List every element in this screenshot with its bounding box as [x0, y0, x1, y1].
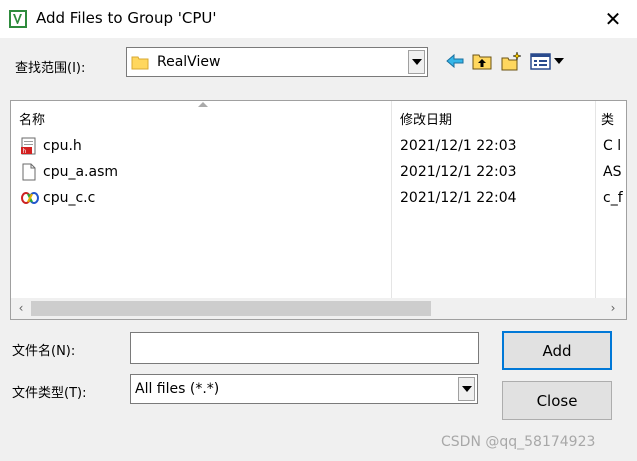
keil-app-icon	[9, 10, 27, 28]
window-title: Add Files to Group 'CPU'	[36, 9, 217, 27]
watermark: CSDN @qq_58174923	[441, 434, 596, 450]
look-in-value-wrap: RealView	[127, 48, 406, 76]
file-list[interactable]: 名称 修改日期 类 h cpu.h 2021/12/1 22:03 C l cp…	[10, 100, 627, 320]
add-button[interactable]: Add	[502, 331, 612, 370]
file-type: AS	[603, 164, 622, 180]
file-type-label: 文件类型(T):	[12, 386, 87, 401]
new-folder-icon[interactable]	[500, 51, 522, 71]
chevron-down-icon[interactable]	[458, 377, 475, 401]
svg-text:h: h	[23, 148, 27, 155]
c-source-file-icon	[21, 192, 39, 204]
back-icon[interactable]	[444, 51, 466, 71]
look-in-label: 查找范围(I):	[15, 61, 86, 76]
scroll-right-icon[interactable]: ›	[607, 302, 619, 314]
scroll-left-icon[interactable]: ‹	[15, 302, 27, 314]
look-in-value: RealView	[157, 54, 221, 70]
up-folder-icon[interactable]	[471, 51, 493, 71]
file-row[interactable]: cpu_c.c 2021/12/1 22:04 c_f	[11, 185, 626, 211]
file-date: 2021/12/1 22:03	[400, 138, 517, 154]
close-button[interactable]: Close	[502, 381, 612, 420]
file-row[interactable]: h cpu.h 2021/12/1 22:03 C l	[11, 133, 626, 159]
file-row[interactable]: cpu_a.asm 2021/12/1 22:03 AS	[11, 159, 626, 185]
close-icon[interactable]: ✕	[596, 2, 630, 36]
file-type: C l	[603, 138, 622, 154]
scrollbar-thumb[interactable]	[31, 301, 431, 316]
c-header-file-icon: h	[21, 137, 36, 155]
file-list-header: 名称 修改日期 类	[11, 101, 626, 134]
add-files-dialog: Add Files to Group 'CPU' ✕ 查找范围(I): Real…	[0, 0, 637, 461]
column-header-name[interactable]: 名称	[19, 109, 45, 128]
file-name-input[interactable]	[130, 332, 479, 364]
file-type-dropdown[interactable]: All files (*.*)	[130, 374, 478, 404]
title-bar: Add Files to Group 'CPU' ✕	[0, 0, 637, 38]
view-menu-icon[interactable]	[530, 51, 566, 71]
file-name: cpu_c.c	[43, 190, 96, 206]
file-name: cpu.h	[43, 138, 82, 154]
horizontal-scrollbar[interactable]: ‹ ›	[11, 298, 626, 319]
file-name-label: 文件名(N):	[12, 344, 76, 359]
look-in-dropdown[interactable]: RealView	[126, 47, 428, 77]
chevron-down-icon[interactable]	[408, 50, 425, 74]
file-name: cpu_a.asm	[43, 164, 118, 180]
file-type-value: All files (*.*)	[135, 381, 220, 397]
file-date: 2021/12/1 22:03	[400, 164, 517, 180]
file-type: c_f	[603, 190, 623, 206]
folder-icon	[131, 56, 149, 70]
column-header-date[interactable]: 修改日期	[400, 109, 452, 128]
column-header-type[interactable]: 类	[601, 109, 614, 128]
blank-file-icon	[22, 163, 36, 181]
file-date: 2021/12/1 22:04	[400, 190, 517, 206]
